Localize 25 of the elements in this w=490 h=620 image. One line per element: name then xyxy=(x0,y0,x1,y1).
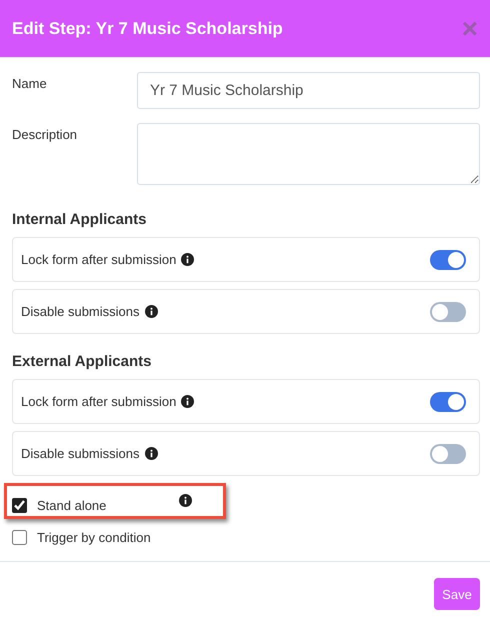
description-field[interactable] xyxy=(137,123,480,185)
save-button[interactable]: Save xyxy=(434,578,480,610)
info-icon xyxy=(144,447,158,460)
checkbox-label: Trigger by condition xyxy=(37,530,151,544)
setting-label: Lock form after submission xyxy=(21,252,176,267)
setting-label: Lock form after submission xyxy=(21,394,176,409)
toggle-switch[interactable] xyxy=(430,302,466,322)
checkbox[interactable] xyxy=(12,498,27,512)
name-field[interactable]: Yr 7 Music Scholarship xyxy=(137,72,480,109)
toggle-switch[interactable] xyxy=(430,392,466,412)
field-label: Description xyxy=(12,126,78,142)
setting-label: Disable submissions xyxy=(21,446,140,461)
dialog-title: Edit Step: Yr 7 Music Scholarship xyxy=(12,18,283,38)
checkbox-label: Stand alone xyxy=(37,498,106,512)
field-label: Name xyxy=(12,75,48,91)
checkbox[interactable] xyxy=(12,530,27,544)
toggle-switch[interactable] xyxy=(430,250,466,270)
info-icon xyxy=(181,253,194,266)
info-icon xyxy=(144,305,158,318)
section-title: External Applicants xyxy=(12,353,152,370)
toggle-switch[interactable] xyxy=(430,444,466,464)
setting-label: Disable submissions xyxy=(21,304,140,319)
info-icon xyxy=(179,494,192,506)
info-icon xyxy=(181,395,194,408)
section-title: Internal Applicants xyxy=(12,211,148,228)
